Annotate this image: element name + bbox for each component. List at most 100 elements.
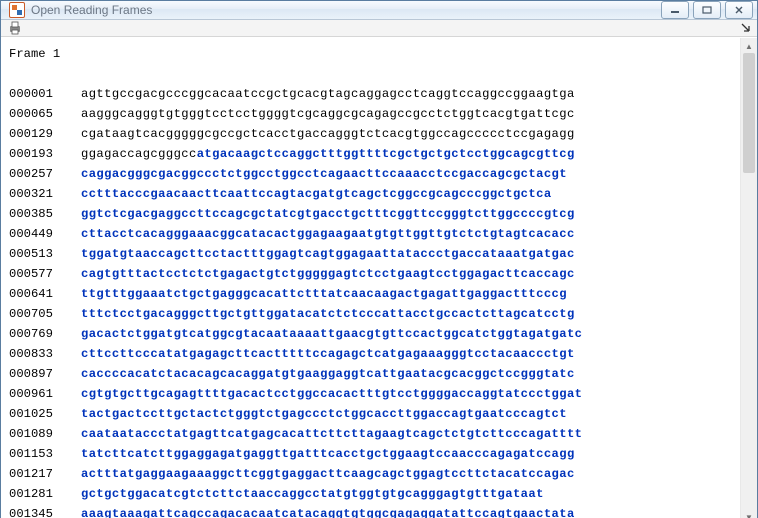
- sequence-row: 000449cttacctcacagggaaacggcatacactggagaa…: [9, 224, 738, 244]
- orf-segment: atgacaagctccaggctttggttttcgctgctgctcctgg…: [197, 147, 575, 161]
- orf-segment: ggtctcgacgaggccttccagcgctatcgtgacctgcttt…: [81, 207, 575, 221]
- position-label: 000961: [9, 384, 81, 404]
- content-area: Frame 1 000001agttgccgacgcccggcacaatccgct…: [1, 37, 757, 518]
- app-icon: [9, 2, 25, 18]
- sequence-row: 001089caataataccctatgagttcatgagcacattctt…: [9, 424, 738, 444]
- sequence-row: 001153tatcttcatcttggaggagatgaggttgatttca…: [9, 444, 738, 464]
- close-button[interactable]: [725, 1, 753, 19]
- orf-segment: cagtgtttactcctctctgagactgtctgggggagtctcc…: [81, 267, 575, 281]
- sequence-row: 000641ttgtttggaaatctgctgagggcacattctttat…: [9, 284, 738, 304]
- sequence-text: caataataccctatgagttcatgagcacattcttcttaga…: [81, 424, 582, 444]
- position-label: 000513: [9, 244, 81, 264]
- sequence-row: 000513tggatgtaaccagcttcctactttggagtcagtg…: [9, 244, 738, 264]
- vscroll-track[interactable]: [741, 53, 757, 511]
- sequence-row: 000321cctttacccgaacaacttcaattccagtacgatg…: [9, 184, 738, 204]
- orf-segment: caggacgggcgacggccctctggcctggcctcagaacttc…: [81, 167, 567, 181]
- sequence-text: caccccacatctacacagcacaggatgtgaaggaggtcat…: [81, 364, 575, 384]
- sequence-text: cagtgtttactcctctctgagactgtctgggggagtctcc…: [81, 264, 575, 284]
- vertical-scrollbar[interactable]: ▲ ▼: [740, 38, 757, 518]
- orf-segment: tatcttcatcttggaggagatgaggttgatttcacctgct…: [81, 447, 575, 461]
- sequence-row: 001345aaagtaaagattcagccagacacaatcatacagg…: [9, 504, 738, 518]
- orf-segment: tttctcctgacagggcttgctgttggatacatctctccca…: [81, 307, 575, 321]
- orf-segment: tactgactccttgctactctgggtctgagccctctggcac…: [81, 407, 567, 421]
- sequence-row: 001217actttatgaggaagaaaggcttcggtgaggactt…: [9, 464, 738, 484]
- sequence-text: actttatgaggaagaaaggcttcggtgaggacttcaagca…: [81, 464, 575, 484]
- print-icon[interactable]: [7, 20, 23, 36]
- position-label: 001345: [9, 504, 81, 518]
- sequence-text: ggagaccagcgggccatgacaagctccaggctttggtttt…: [81, 144, 575, 164]
- sequence-row: 001025tactgactccttgctactctgggtctgagccctc…: [9, 404, 738, 424]
- maximize-button[interactable]: [693, 1, 721, 19]
- orf-segment: gctgctggacatcgtctcttctaaccaggcctatgtggtg…: [81, 487, 544, 501]
- window-buttons: [661, 1, 753, 19]
- position-label: 000129: [9, 124, 81, 144]
- orf-segment: cgtgtgcttgcagagttttgacactcctggccacactttg…: [81, 387, 582, 401]
- sequence-text: tactgactccttgctactctgggtctgagccctctggcac…: [81, 404, 567, 424]
- sequence-text: cctttacccgaacaacttcaattccagtacgatgtcagct…: [81, 184, 552, 204]
- scroll-up-icon[interactable]: ▲: [743, 40, 756, 53]
- position-label: 000193: [9, 144, 81, 164]
- orf-segment: cttacctcacagggaaacggcatacactggagaagaatgt…: [81, 227, 575, 241]
- sequence-text: cgataagtcacgggggcgccgctcacctgaccagggtctc…: [81, 124, 575, 144]
- sequence-text: tggatgtaaccagcttcctactttggagtcagtggagaat…: [81, 244, 575, 264]
- sequence-text: caggacgggcgacggccctctggcctggcctcagaacttc…: [81, 164, 567, 184]
- position-label: 000705: [9, 304, 81, 324]
- sequence-text: cgtgtgcttgcagagttttgacactcctggccacactttg…: [81, 384, 582, 404]
- orf-segment: actttatgaggaagaaaggcttcggtgaggacttcaagca…: [81, 467, 575, 481]
- sequence-row: 000961cgtgtgcttgcagagttttgacactcctggccac…: [9, 384, 738, 404]
- position-label: 001217: [9, 464, 81, 484]
- vscroll-thumb[interactable]: [743, 53, 755, 173]
- sequence-text: aaagtaaagattcagccagacacaatcatacaggtgtggc…: [81, 504, 575, 518]
- position-label: 000321: [9, 184, 81, 204]
- orf-segment: ttgtttggaaatctgctgagggcacattctttatcaacaa…: [81, 287, 567, 301]
- orf-segment: aaagtaaagattcagccagacacaatcatacaggtgtggc…: [81, 507, 575, 518]
- sequence-row: 000705tttctcctgacagggcttgctgttggatacatct…: [9, 304, 738, 324]
- orf-segment: cctttacccgaacaacttcaattccagtacgatgtcagct…: [81, 187, 552, 201]
- plain-segment: cgataagtcacgggggcgccgctcacctgaccagggtctc…: [81, 127, 575, 141]
- sequence-row: 001281gctgctggacatcgtctcttctaaccaggcctat…: [9, 484, 738, 504]
- position-label: 000897: [9, 364, 81, 384]
- position-label: 001281: [9, 484, 81, 504]
- window-title: Open Reading Frames: [31, 3, 655, 17]
- sequence-text: ggtctcgacgaggccttccagcgctatcgtgacctgcttt…: [81, 204, 575, 224]
- position-label: 000385: [9, 204, 81, 224]
- app-window: Open Reading Frames: [0, 0, 758, 518]
- dock-arrow-icon[interactable]: [741, 23, 751, 33]
- orf-segment: caataataccctatgagttcatgagcacattcttcttaga…: [81, 427, 582, 441]
- scroll-down-icon[interactable]: ▼: [743, 511, 756, 518]
- position-label: 000065: [9, 104, 81, 124]
- sequence-row: 000001agttgccgacgcccggcacaatccgctgcacgta…: [9, 84, 738, 104]
- sequence-text: agttgccgacgcccggcacaatccgctgcacgtagcagga…: [81, 84, 575, 104]
- sequence-text: tatcttcatcttggaggagatgaggttgatttcacctgct…: [81, 444, 575, 464]
- position-label: 000833: [9, 344, 81, 364]
- sequence-row: 000257caggacgggcgacggccctctggcctggcctcag…: [9, 164, 738, 184]
- sequence-viewer: Frame 1 000001agttgccgacgcccggcacaatccgct…: [1, 38, 740, 518]
- orf-segment: tggatgtaaccagcttcctactttggagtcagtggagaat…: [81, 247, 575, 261]
- sequence-text: aagggcagggtgtgggtcctcctggggtcgcaggcgcaga…: [81, 104, 575, 124]
- minimize-button[interactable]: [661, 1, 689, 19]
- position-label: 000577: [9, 264, 81, 284]
- sequence-row: 000385ggtctcgacgaggccttccagcgctatcgtgacc…: [9, 204, 738, 224]
- position-label: 000641: [9, 284, 81, 304]
- sequence-row: 000769gacactctggatgtcatggcgtacaataaaattg…: [9, 324, 738, 344]
- sequence-text: ttgtttggaaatctgctgagggcacattctttatcaacaa…: [81, 284, 567, 304]
- toolbar: [1, 20, 757, 37]
- orf-segment: cttccttcccatatgagagcttcactttttccagagctca…: [81, 347, 575, 361]
- sequence-row: 000193ggagaccagcgggccatgacaagctccaggcttt…: [9, 144, 738, 164]
- orf-segment: caccccacatctacacagcacaggatgtgaaggaggtcat…: [81, 367, 575, 381]
- position-label: 000001: [9, 84, 81, 104]
- sequence-text: cttacctcacagggaaacggcatacactggagaagaatgt…: [81, 224, 575, 244]
- position-label: 000769: [9, 324, 81, 344]
- sequence-row: 000129cgataagtcacgggggcgccgctcacctgaccag…: [9, 124, 738, 144]
- sequence-text: gacactctggatgtcatggcgtacaataaaattgaacgtg…: [81, 324, 582, 344]
- titlebar[interactable]: Open Reading Frames: [1, 1, 757, 20]
- plain-segment: agttgccgacgcccggcacaatccgctgcacgtagcagga…: [81, 87, 575, 101]
- sequence-row: 000065aagggcagggtgtgggtcctcctggggtcgcagg…: [9, 104, 738, 124]
- sequence-text: cttccttcccatatgagagcttcactttttccagagctca…: [81, 344, 575, 364]
- position-label: 001025: [9, 404, 81, 424]
- position-label: 000449: [9, 224, 81, 244]
- sequence-text: gctgctggacatcgtctcttctaaccaggcctatgtggtg…: [81, 484, 544, 504]
- sequence-row: 000577cagtgtttactcctctctgagactgtctggggga…: [9, 264, 738, 284]
- plain-segment: ggagaccagcgggcc: [81, 147, 197, 161]
- frame-header: Frame 1: [9, 44, 738, 64]
